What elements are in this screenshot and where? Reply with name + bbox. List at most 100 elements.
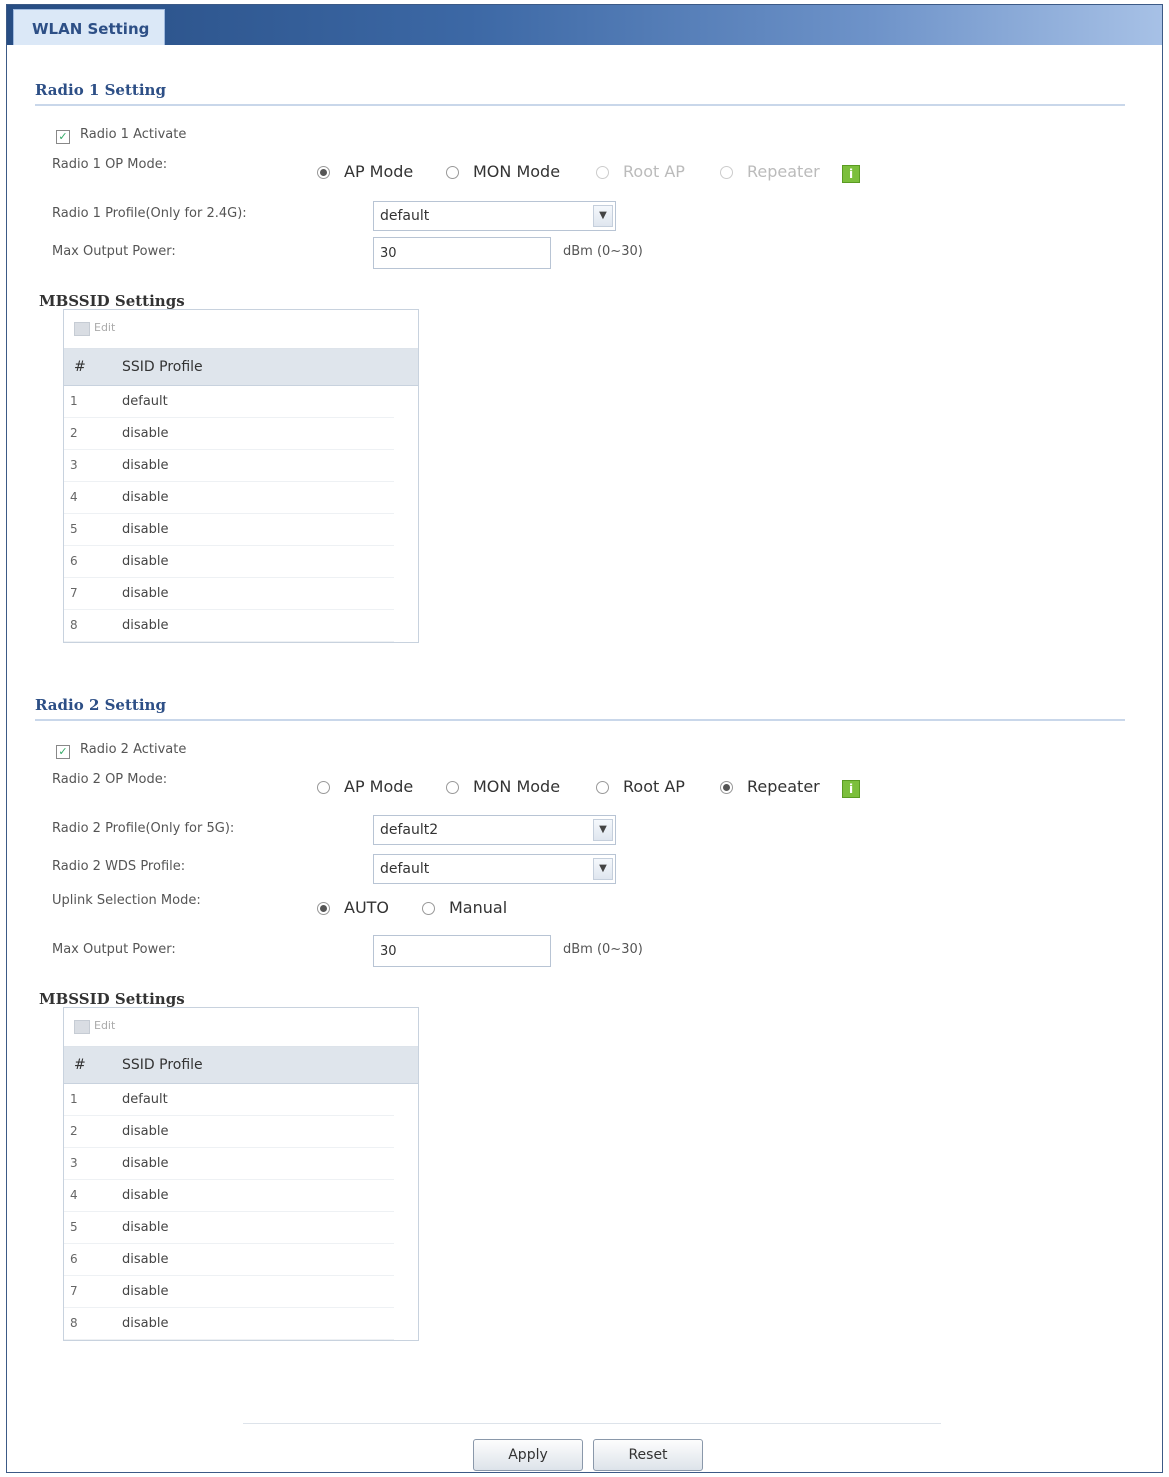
row-ssid-profile: disable [122, 1316, 169, 1331]
radio2-wds-label: Radio 2 WDS Profile: [52, 859, 186, 874]
chevron-down-icon[interactable]: ▼ [593, 819, 613, 841]
radio1-max-power-unit: dBm (0~30) [563, 244, 643, 259]
radio2-op-mode-label: Radio 2 OP Mode: [52, 772, 168, 787]
radio1-max-power-label: Max Output Power: [52, 244, 176, 259]
radio2-repeater-radio[interactable] [720, 781, 733, 794]
row-number: 6 [70, 554, 78, 568]
table-row[interactable]: 8 disable [64, 610, 394, 642]
radio2-mon-mode-radio[interactable] [446, 781, 459, 794]
radio2-root-ap-radio[interactable] [596, 781, 609, 794]
uplink-auto-label: AUTO [344, 898, 390, 917]
row-number: 1 [70, 394, 78, 408]
chevron-down-icon[interactable]: ▼ [593, 205, 613, 227]
column-header-ssid-profile[interactable]: SSID Profile [122, 1057, 203, 1073]
radio2-ap-mode-label: AP Mode [344, 777, 414, 796]
checkmark-icon: ✓ [58, 745, 68, 758]
radio1-max-power-input[interactable]: 30 [373, 237, 551, 269]
reset-button[interactable]: Reset [593, 1439, 703, 1471]
column-header-number[interactable]: # [74, 359, 86, 375]
section-divider [35, 719, 1125, 721]
radio1-profile-value: default [380, 208, 430, 224]
table-row[interactable]: 2 disable [64, 1116, 394, 1148]
radio1-repeater-radio [720, 166, 733, 179]
table-row[interactable]: 7 disable [64, 578, 394, 610]
row-number: 8 [70, 1316, 78, 1330]
radio2-ap-mode-radio[interactable] [317, 781, 330, 794]
radio1-mon-mode-radio[interactable] [446, 166, 459, 179]
table-header: # SSID Profile [64, 1047, 418, 1084]
radio2-mbssid-table: Edit # SSID Profile 1 default 2 disable 3 d… [63, 1007, 419, 1341]
edit-button[interactable]: Edit [94, 1019, 115, 1032]
radio2-profile-select[interactable]: default2 ▼ [373, 815, 616, 845]
radio1-mbssid-table: Edit # SSID Profile 1 default 2 disable 3 d… [63, 309, 419, 643]
row-ssid-profile: disable [122, 1220, 169, 1235]
row-ssid-profile: disable [122, 1284, 169, 1299]
radio1-profile-select[interactable]: default ▼ [373, 201, 616, 231]
row-ssid-profile: disable [122, 554, 169, 569]
radio1-ap-mode-radio[interactable] [317, 166, 330, 179]
radio2-activate-label: Radio 2 Activate [80, 742, 187, 757]
table-row[interactable]: 7 disable [64, 1276, 394, 1308]
table-row[interactable]: 2 disable [64, 418, 394, 450]
uplink-auto-radio[interactable] [317, 902, 330, 915]
radio2-wds-value: default [380, 861, 430, 877]
column-header-ssid-profile[interactable]: SSID Profile [122, 359, 203, 375]
row-number: 4 [70, 490, 78, 504]
table-header: # SSID Profile [64, 349, 418, 386]
radio1-activate-checkbox[interactable]: ✓ [56, 130, 70, 144]
table-row[interactable]: 6 disable [64, 1244, 394, 1276]
row-number: 7 [70, 586, 78, 600]
column-header-number[interactable]: # [74, 1057, 86, 1073]
row-number: 5 [70, 1220, 78, 1234]
radio2-max-power-unit: dBm (0~30) [563, 942, 643, 957]
radio2-max-power-input[interactable]: 30 [373, 935, 551, 967]
edit-button[interactable]: Edit [94, 321, 115, 334]
chevron-down-icon[interactable]: ▼ [593, 858, 613, 880]
table-row[interactable]: 5 disable [64, 514, 394, 546]
radio1-op-mode-label: Radio 1 OP Mode: [52, 157, 168, 172]
table-toolbar: Edit [64, 310, 418, 349]
row-ssid-profile: disable [122, 1124, 169, 1139]
header-bar: WLAN Setting [7, 5, 1162, 45]
row-ssid-profile: disable [122, 426, 169, 441]
row-number: 8 [70, 618, 78, 632]
row-number: 5 [70, 522, 78, 536]
radio1-root-ap-label: Root AP [623, 162, 685, 181]
row-number: 4 [70, 1188, 78, 1202]
radio2-activate-checkbox[interactable]: ✓ [56, 745, 70, 759]
row-ssid-profile: disable [122, 1156, 169, 1171]
info-icon[interactable]: i [842, 165, 860, 183]
row-ssid-profile: disable [122, 586, 169, 601]
uplink-manual-label: Manual [449, 898, 508, 917]
row-ssid-profile: disable [122, 1188, 169, 1203]
radio1-activate-label: Radio 1 Activate [80, 127, 187, 142]
table-row[interactable]: 3 disable [64, 450, 394, 482]
table-row[interactable]: 1 default [64, 1084, 394, 1116]
table-row[interactable]: 1 default [64, 386, 394, 418]
tab-wlan-setting[interactable]: WLAN Setting [13, 9, 165, 45]
row-ssid-profile: disable [122, 618, 169, 633]
table-row[interactable]: 4 disable [64, 482, 394, 514]
radio1-root-ap-radio [596, 166, 609, 179]
checkmark-icon: ✓ [58, 130, 68, 143]
table-row[interactable]: 8 disable [64, 1308, 394, 1340]
info-icon[interactable]: i [842, 780, 860, 798]
table-row[interactable]: 3 disable [64, 1148, 394, 1180]
radio2-mon-mode-label: MON Mode [473, 777, 561, 796]
row-ssid-profile: disable [122, 522, 169, 537]
row-ssid-profile: disable [122, 490, 169, 505]
edit-icon [74, 322, 90, 336]
table-row[interactable]: 5 disable [64, 1212, 394, 1244]
radio1-ap-mode-label: AP Mode [344, 162, 414, 181]
uplink-manual-radio[interactable] [422, 902, 435, 915]
table-row[interactable]: 4 disable [64, 1180, 394, 1212]
radio2-profile-value: default2 [380, 822, 439, 838]
row-ssid-profile: disable [122, 458, 169, 473]
row-number: 6 [70, 1252, 78, 1266]
wlan-setting-window: WLAN Setting Radio 1 Setting ✓ Radio 1 A… [6, 4, 1163, 1473]
radio1-profile-label: Radio 1 Profile(Only for 2.4G): [52, 206, 247, 221]
uplink-selection-label: Uplink Selection Mode: [52, 893, 201, 908]
radio2-wds-select[interactable]: default ▼ [373, 854, 616, 884]
apply-button[interactable]: Apply [473, 1439, 583, 1471]
table-row[interactable]: 6 disable [64, 546, 394, 578]
